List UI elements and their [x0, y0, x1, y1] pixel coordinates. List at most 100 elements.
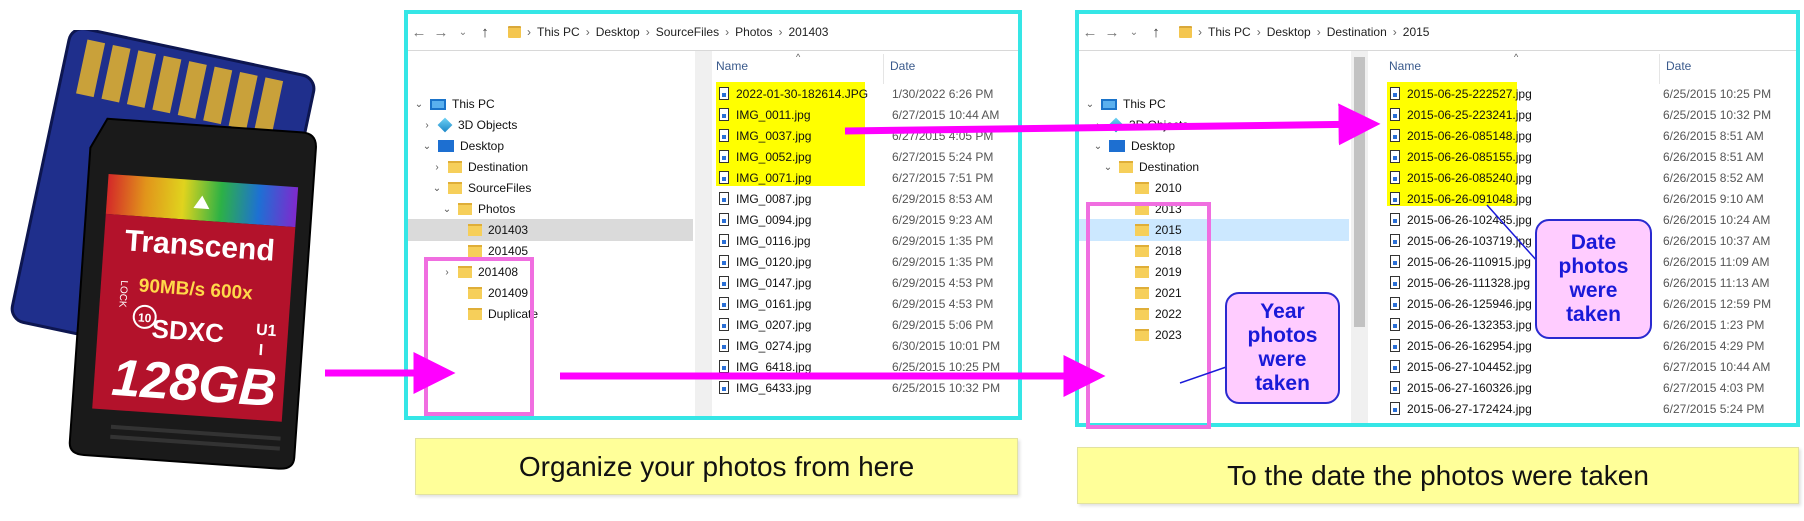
column-header-date[interactable]: Date — [1666, 54, 1691, 78]
file-row[interactable]: IMG_6433.jpg — [719, 377, 811, 398]
image-file-icon — [1390, 339, 1400, 352]
up-arrow-icon[interactable]: ↑ — [1145, 24, 1167, 41]
file-row[interactable]: 2015-06-26-103719.jpg — [1390, 230, 1532, 251]
tree-item-3d-objects[interactable]: › 3D Objects — [1079, 114, 1349, 136]
collapsed-chevron-icon[interactable]: › — [422, 120, 432, 131]
file-row[interactable]: IMG_0087.jpg — [719, 188, 811, 209]
pc-icon — [430, 98, 446, 110]
file-date: 1/30/2022 6:26 PM — [892, 86, 994, 101]
column-header-name[interactable]: Name — [1389, 54, 1421, 78]
breadcrumb-item[interactable]: Photos — [735, 25, 772, 39]
folder-icon — [508, 26, 521, 38]
tree-item-this-pc[interactable]: ⌄ This PC — [1079, 93, 1349, 115]
breadcrumb-item[interactable]: SourceFiles — [656, 25, 719, 39]
column-header-date[interactable]: Date — [890, 54, 915, 78]
file-row[interactable]: 2015-06-26-111328.jpg — [1390, 272, 1530, 293]
file-row[interactable]: IMG_0147.jpg — [719, 272, 811, 293]
forward-arrow-icon[interactable]: → — [430, 24, 452, 41]
up-arrow-icon[interactable]: ↑ — [474, 24, 496, 41]
breadcrumb[interactable]: › This PC › Desktop › Destination › 2015 — [1179, 22, 1786, 42]
file-date: 6/25/2015 10:25 PM — [892, 359, 1001, 374]
recent-locations-chevron-icon[interactable]: ⌄ — [452, 27, 474, 38]
file-row[interactable]: 2015-06-26-125946.jpg — [1390, 293, 1532, 314]
file-row[interactable]: 2015-06-25-222527.jpg — [1390, 83, 1532, 104]
file-row[interactable]: IMG_0094.jpg — [719, 209, 811, 230]
breadcrumb-separator-icon: › — [1316, 25, 1321, 39]
image-file-icon — [1390, 213, 1400, 226]
file-row[interactable]: 2015-06-27-104452.jpg — [1390, 356, 1532, 377]
file-row[interactable]: 2015-06-27-160326.jpg — [1390, 377, 1532, 398]
expanded-chevron-icon[interactable]: ⌄ — [1093, 141, 1103, 152]
file-row[interactable]: IMG_0052.jpg — [719, 146, 811, 167]
breadcrumb-item[interactable]: This PC — [537, 25, 580, 39]
back-arrow-icon[interactable]: ← — [1079, 24, 1101, 41]
tree-item-3d-objects[interactable]: › 3D Objects — [408, 114, 693, 136]
breadcrumb-item[interactable]: 2015 — [1403, 25, 1430, 39]
tree-item-destination[interactable]: ⌄ Destination — [1079, 156, 1349, 178]
tree-item-desktop[interactable]: ⌄ Desktop — [1079, 135, 1349, 157]
file-row[interactable]: IMG_0207.jpg — [719, 314, 811, 335]
file-row[interactable]: IMG_0120.jpg — [719, 251, 811, 272]
file-row[interactable]: 2015-06-25-223241.jpg — [1390, 104, 1532, 125]
sort-ascending-icon: ^ — [1514, 52, 1519, 62]
cube-icon — [437, 117, 453, 133]
file-row[interactable]: 2015-06-26-091048.jpg — [1390, 188, 1532, 209]
tree-item-label: 3D Objects — [458, 118, 518, 132]
forward-arrow-icon[interactable]: → — [1101, 24, 1123, 41]
breadcrumb-item[interactable]: Desktop — [1267, 25, 1311, 39]
file-row[interactable]: 2015-06-26-162954.jpg — [1390, 335, 1532, 356]
file-row[interactable]: IMG_0037.jpg — [719, 125, 811, 146]
collapsed-chevron-icon[interactable]: › — [1093, 120, 1103, 131]
file-row[interactable]: IMG_0011.jpg — [719, 104, 811, 125]
svg-text:U1: U1 — [255, 322, 277, 340]
file-row[interactable]: IMG_0071.jpg — [719, 167, 811, 188]
breadcrumb-separator-icon: › — [1256, 25, 1261, 39]
expanded-chevron-icon[interactable]: ⌄ — [1085, 99, 1095, 110]
tree-item-desktop[interactable]: ⌄ Desktop — [408, 135, 693, 157]
expanded-chevron-icon[interactable]: ⌄ — [432, 183, 442, 194]
file-row[interactable]: 2015-06-26-132353.jpg — [1390, 314, 1532, 335]
file-date: 6/29/2015 5:06 PM — [892, 317, 994, 332]
file-row[interactable]: IMG_0161.jpg — [719, 293, 811, 314]
nav-pane-scrollbar[interactable] — [1351, 51, 1368, 423]
file-name: IMG_0011.jpg — [736, 107, 811, 122]
file-row[interactable]: 2015-06-26-085155.jpg — [1390, 146, 1532, 167]
tree-item-sourcefiles[interactable]: ⌄ SourceFiles — [408, 177, 693, 199]
breadcrumb-item[interactable]: Destination — [1327, 25, 1387, 39]
image-file-icon — [1390, 297, 1400, 310]
file-row[interactable]: 2015-06-26-085148.jpg — [1390, 125, 1532, 146]
file-row[interactable]: IMG_0116.jpg — [719, 230, 811, 251]
file-name: IMG_0116.jpg — [736, 233, 811, 248]
tree-item-destination[interactable]: › Destination — [408, 156, 693, 178]
tree-item-photos[interactable]: ⌄ Photos — [408, 198, 693, 220]
file-row[interactable]: 2015-06-27-172424.jpg — [1390, 398, 1532, 419]
file-row[interactable]: 2022-01-30-182614.JPG — [719, 83, 868, 104]
file-row[interactable]: IMG_0274.jpg — [719, 335, 811, 356]
tree-item-2010[interactable]: 2010 — [1079, 177, 1349, 199]
breadcrumb-item[interactable]: Desktop — [596, 25, 640, 39]
collapsed-chevron-icon[interactable]: › — [432, 162, 442, 173]
file-row[interactable]: IMG_6418.jpg — [719, 356, 811, 377]
file-name: 2015-06-26-162954.jpg — [1407, 338, 1532, 353]
file-date: 6/29/2015 4:53 PM — [892, 296, 994, 311]
column-header-name[interactable]: Name — [716, 54, 748, 78]
file-row[interactable]: 2015-06-26-085240.jpg — [1390, 167, 1532, 188]
breadcrumb[interactable]: › This PC › Desktop › SourceFiles › Photos › 2014… — [508, 22, 1008, 42]
file-name: 2015-06-26-110915.jpg — [1407, 254, 1531, 269]
tree-item-this-pc[interactable]: ⌄ This PC — [408, 93, 693, 115]
expanded-chevron-icon[interactable]: ⌄ — [414, 99, 424, 110]
file-row[interactable]: 2015-06-26-102435.jpg — [1390, 209, 1532, 230]
image-file-icon — [719, 171, 729, 184]
recent-locations-chevron-icon[interactable]: ⌄ — [1123, 27, 1145, 38]
file-date: 6/27/2015 4:05 PM — [892, 128, 994, 143]
expanded-chevron-icon[interactable]: ⌄ — [1103, 162, 1113, 173]
breadcrumb-item[interactable]: 201403 — [788, 25, 828, 39]
tree-item-201403[interactable]: 201403 — [408, 219, 693, 241]
expanded-chevron-icon[interactable]: ⌄ — [442, 204, 452, 215]
breadcrumb-item[interactable]: This PC — [1208, 25, 1251, 39]
back-arrow-icon[interactable]: ← — [408, 24, 430, 41]
nav-pane-scrollbar[interactable] — [695, 51, 712, 416]
expanded-chevron-icon[interactable]: ⌄ — [422, 141, 432, 152]
file-row[interactable]: 2015-06-26-110915.jpg — [1390, 251, 1531, 272]
sort-ascending-icon: ^ — [796, 52, 801, 62]
